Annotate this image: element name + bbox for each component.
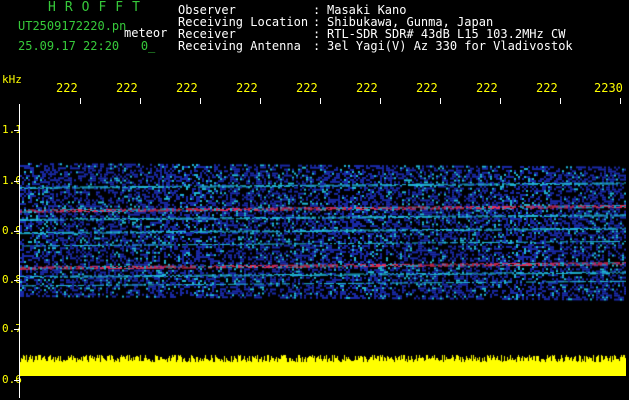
antenna-label: Receiving Antenna bbox=[178, 39, 301, 53]
time-tick-mark bbox=[320, 98, 321, 104]
time-tick-mark bbox=[140, 98, 141, 104]
antenna-value: 3el Yagi(V) Az 330 for Vladivostok bbox=[327, 39, 573, 53]
time-tick-label: 2230 bbox=[594, 81, 623, 95]
time-tick-label: 222 bbox=[416, 81, 438, 95]
time-tick-mark bbox=[440, 98, 441, 104]
time-tick-label: 222 bbox=[296, 81, 318, 95]
spectrogram-waterfall bbox=[20, 108, 626, 376]
time-tick-mark bbox=[80, 98, 81, 104]
time-tick-mark bbox=[260, 98, 261, 104]
time-tick-mark bbox=[200, 98, 201, 104]
time-tick-label: 222 bbox=[236, 81, 258, 95]
time-tick-label: 222 bbox=[536, 81, 558, 95]
time-tick-mark bbox=[380, 98, 381, 104]
time-tick-mark bbox=[620, 98, 621, 104]
frequency-unit-label: kHz bbox=[2, 73, 22, 86]
time-tick-label: 222 bbox=[116, 81, 138, 95]
time-tick-label: 222 bbox=[176, 81, 198, 95]
meteor-label: meteor bbox=[124, 26, 168, 40]
antenna-separator: : bbox=[313, 39, 321, 53]
app-brand-title: HROFFT bbox=[48, 0, 149, 15]
time-tick-label: 222 bbox=[356, 81, 378, 95]
time-tick-label: 222 bbox=[56, 81, 78, 95]
image-filename: UT2509172220.pn bbox=[18, 19, 127, 33]
observation-datetime: 25.09.17 22:20 0_ bbox=[18, 39, 156, 53]
time-tick-mark bbox=[500, 98, 501, 104]
time-tick-mark bbox=[560, 98, 561, 104]
time-tick-label: 222 bbox=[476, 81, 498, 95]
